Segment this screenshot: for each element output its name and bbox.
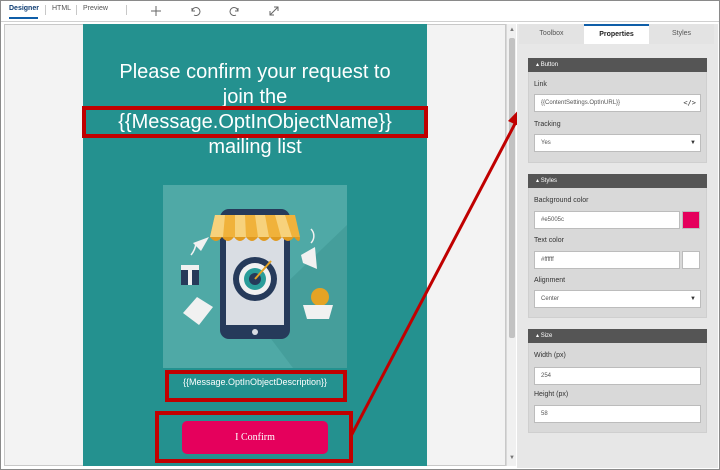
- width-field[interactable]: 254: [534, 367, 701, 385]
- chevron-down-icon: ▼: [690, 140, 696, 146]
- text-color-label: Text color: [534, 237, 564, 244]
- code-icon[interactable]: </>: [683, 95, 696, 111]
- background-color-label: Background color: [534, 197, 589, 204]
- section-title: Styles: [540, 178, 558, 184]
- link-label: Link: [534, 81, 547, 88]
- tracking-value: Yes: [541, 140, 551, 146]
- tab-toolbox[interactable]: Toolbox: [519, 24, 584, 44]
- section-title: Size: [540, 333, 553, 339]
- tracking-label: Tracking: [534, 121, 561, 128]
- alignment-value: Center: [541, 296, 560, 302]
- text-color-field[interactable]: #ffffff: [534, 251, 680, 269]
- alignment-select[interactable]: Center ▼: [534, 290, 701, 308]
- tracking-select[interactable]: Yes ▼: [534, 134, 701, 152]
- alignment-label: Alignment: [534, 277, 566, 284]
- text-color-swatch[interactable]: [682, 251, 700, 269]
- height-label: Height (px): [534, 391, 569, 398]
- size-section-header[interactable]: ▴ Size: [528, 329, 707, 343]
- tab-properties[interactable]: Properties: [584, 24, 649, 44]
- section-title: Button: [540, 62, 559, 68]
- height-field[interactable]: 58: [534, 405, 701, 423]
- background-color-field[interactable]: #e5005c: [534, 211, 680, 229]
- link-value: {{ContentSettings.OptInURL}}: [541, 100, 621, 106]
- button-section-header[interactable]: ▴ Button: [528, 58, 707, 72]
- width-label: Width (px): [534, 352, 566, 359]
- styles-section-header[interactable]: ▴ Styles: [528, 174, 707, 188]
- link-field[interactable]: {{ContentSettings.OptInURL}} </>: [534, 94, 701, 112]
- background-color-swatch[interactable]: [682, 211, 700, 229]
- chevron-down-icon: ▼: [690, 296, 696, 302]
- tab-styles[interactable]: Styles: [649, 24, 714, 44]
